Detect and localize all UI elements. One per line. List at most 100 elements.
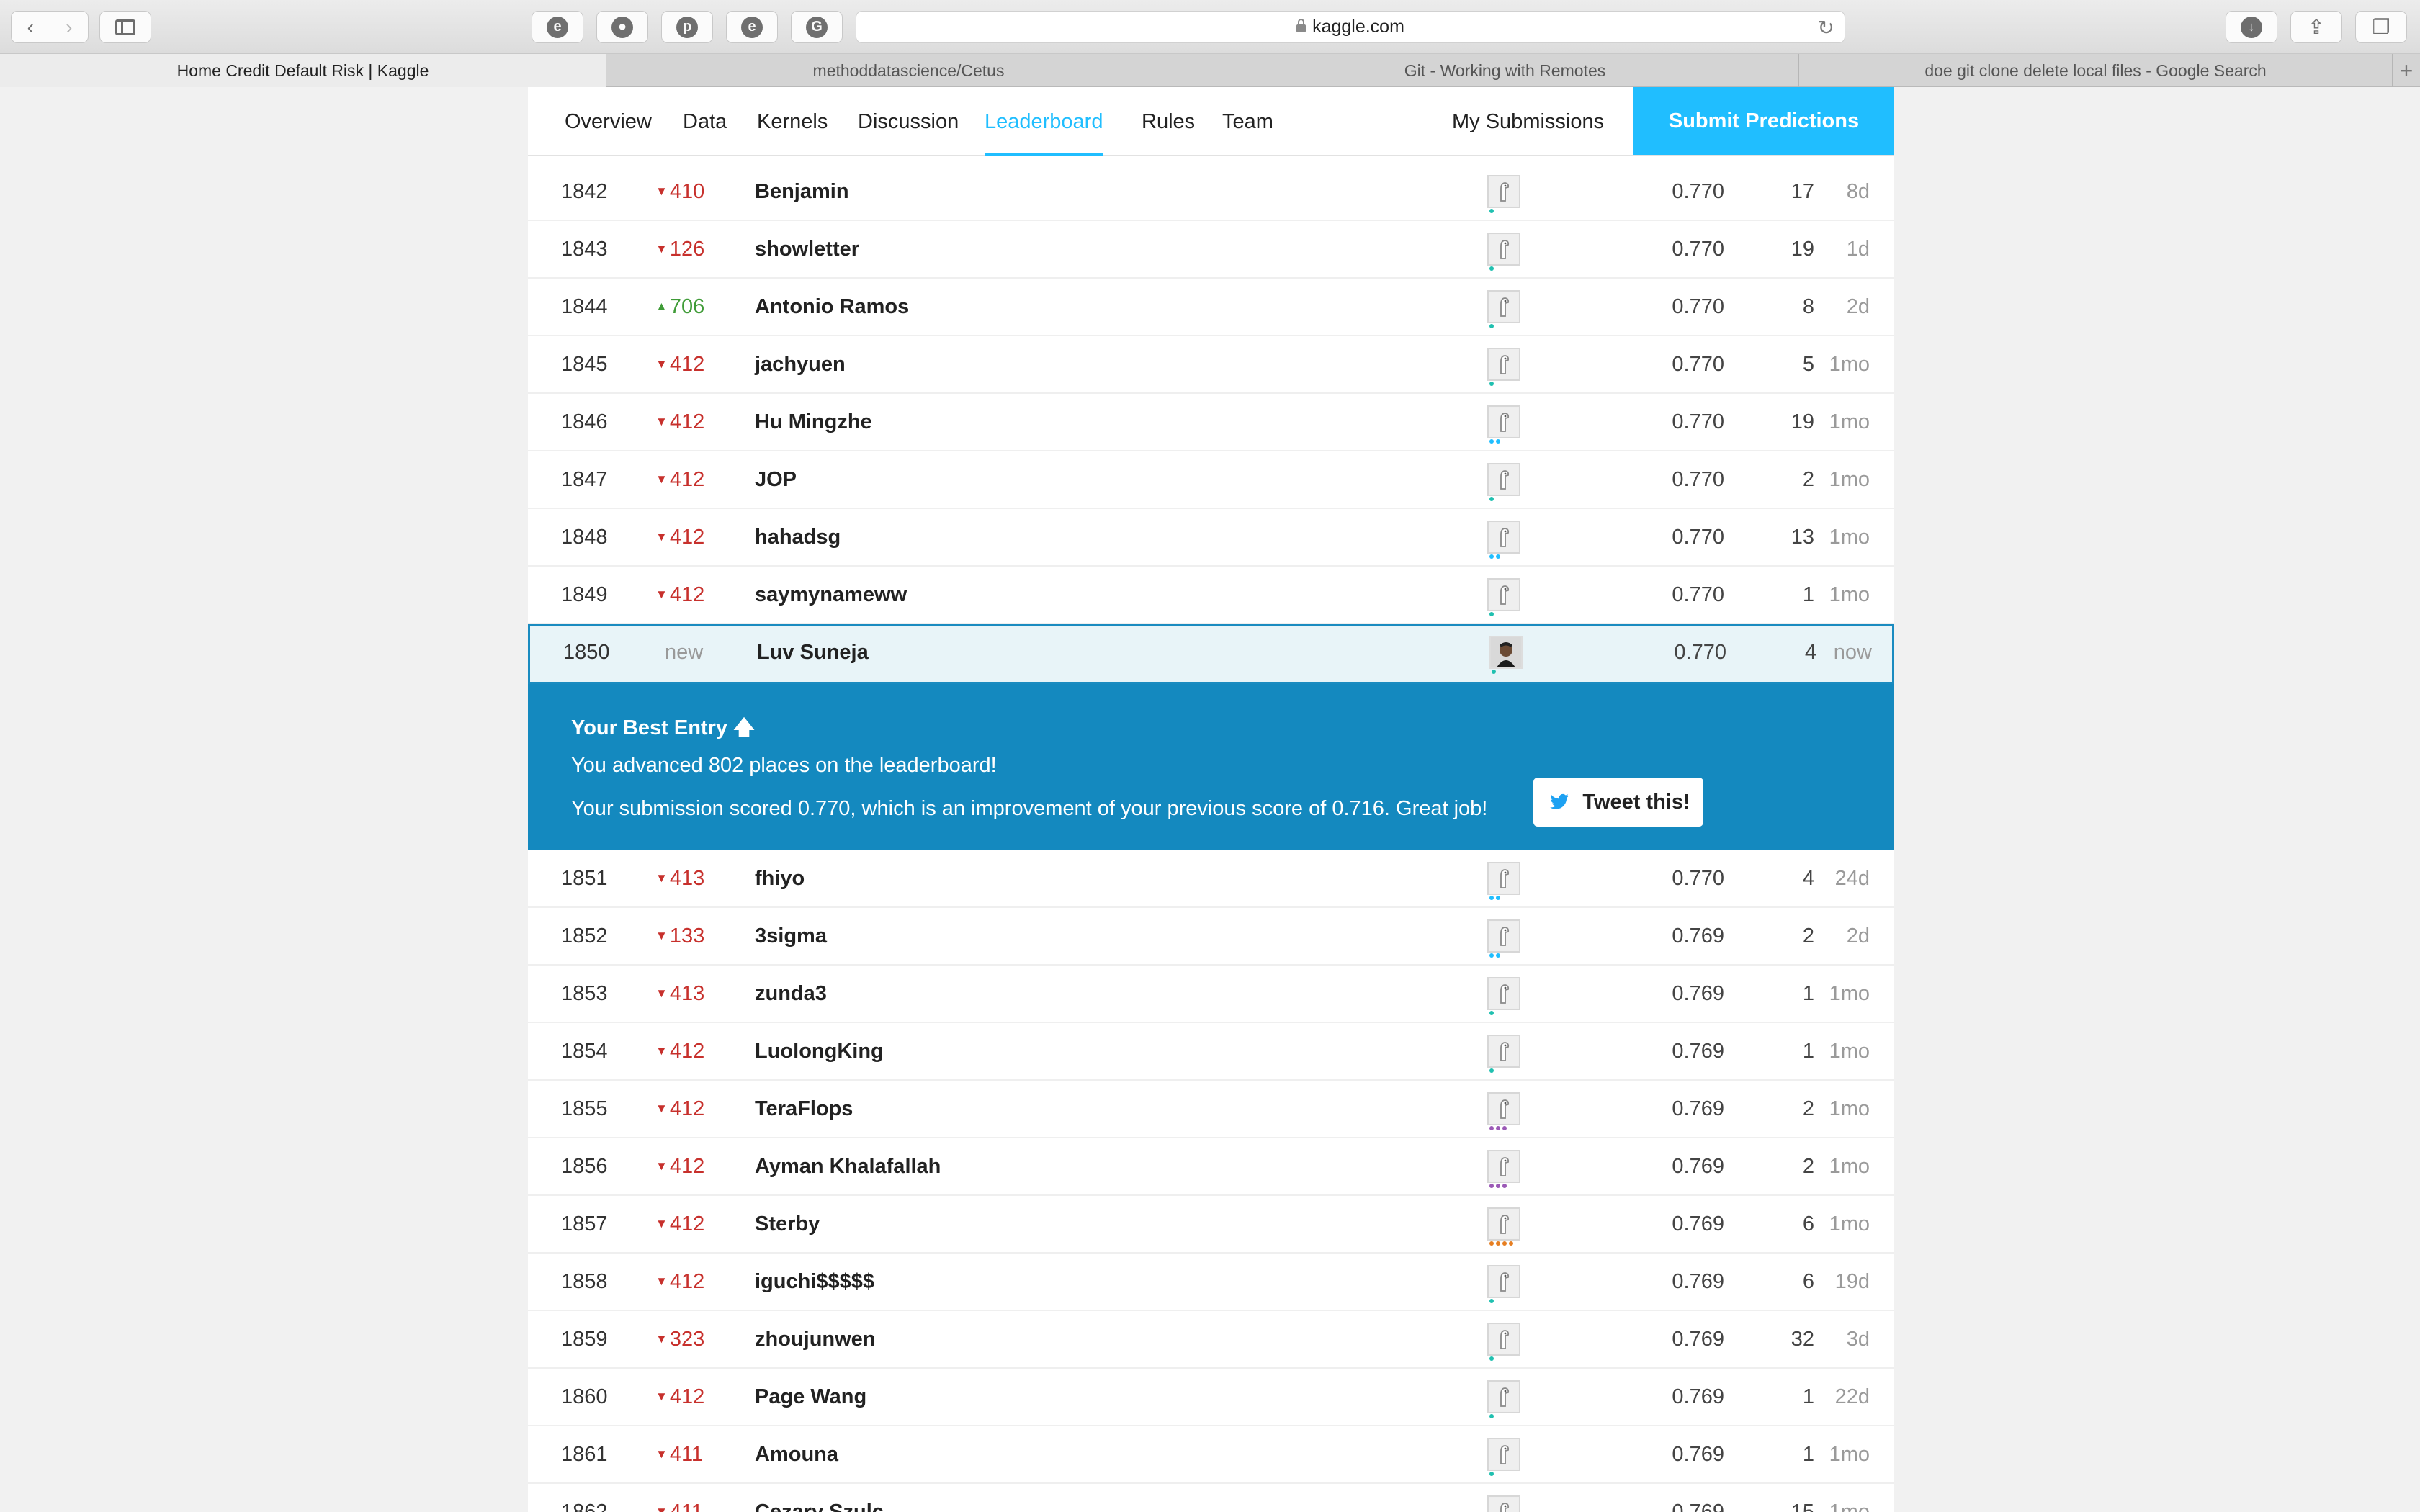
reload-icon[interactable]: ↻ — [1818, 16, 1834, 40]
table-row[interactable]: 1852 ▼ 133 3sigma 0.769 2 2d — [528, 908, 1894, 966]
team-name[interactable]: Benjamin — [755, 163, 849, 220]
grammarly-extension[interactable]: G — [791, 11, 843, 43]
pinterest-extension[interactable]: p — [661, 11, 713, 43]
entries: 19 — [1791, 237, 1814, 261]
table-row[interactable]: 1861 ▼ 411 Amouna 0.769 1 1mo — [528, 1426, 1894, 1484]
team-name[interactable]: Page Wang — [755, 1369, 866, 1425]
team-name[interactable]: 3sigma — [755, 908, 827, 964]
team-name[interactable]: JOP — [755, 451, 797, 508]
team-name[interactable]: Amouna — [755, 1426, 838, 1482]
avatar[interactable] — [1487, 966, 1520, 1022]
team-name[interactable]: Cezary Szulc — [755, 1484, 884, 1512]
team-name[interactable]: Sterby — [755, 1196, 820, 1252]
nav-kernels[interactable]: Kernels — [757, 87, 828, 156]
avatar[interactable] — [1487, 451, 1520, 508]
nav-overview[interactable]: Overview — [565, 87, 652, 156]
new-tab-button[interactable]: + — [2393, 54, 2420, 87]
avatar[interactable] — [1487, 1138, 1520, 1194]
avatar[interactable] — [1487, 1196, 1520, 1252]
last-submission: 1d — [1846, 237, 1870, 261]
rank-change: ▼ 412 — [655, 509, 720, 565]
table-row[interactable]: 1853 ▼ 413 zunda3 0.769 1 1mo — [528, 966, 1894, 1023]
avatar[interactable] — [1487, 1484, 1520, 1512]
team-name[interactable]: Ayman Khalafallah — [755, 1138, 941, 1194]
downloads-button[interactable]: ↓ — [2226, 11, 2277, 43]
avatar[interactable] — [1489, 624, 1523, 680]
table-row[interactable]: 1854 ▼ 412 LuolongKing 0.769 1 1mo — [528, 1023, 1894, 1081]
team-name[interactable]: zhoujunwen — [755, 1311, 876, 1367]
entries: 2 — [1802, 924, 1814, 948]
submit-predictions-button[interactable]: Submit Predictions — [1634, 87, 1894, 155]
rank-change-value: 412 — [669, 1212, 705, 1236]
team-name[interactable]: LuolongKing — [755, 1023, 884, 1079]
team-name[interactable]: fhiyo — [755, 850, 805, 906]
nav-data[interactable]: Data — [683, 87, 727, 156]
table-row[interactable]: 1844 ▲ 706 Antonio Ramos 0.770 8 2d — [528, 279, 1894, 336]
avatar[interactable] — [1487, 1426, 1520, 1482]
tab-git-remotes[interactable]: Git - Working with Remotes — [1211, 54, 1799, 87]
table-row[interactable]: 1856 ▼ 412 Ayman Khalafallah 0.769 2 1mo — [528, 1138, 1894, 1196]
table-row[interactable]: 1849 ▼ 412 saymynameww 0.770 1 1mo — [528, 567, 1894, 624]
vpn-extension[interactable]: ● — [596, 11, 648, 43]
forward-icon[interactable]: › — [49, 15, 89, 39]
rank: 1852 — [561, 924, 608, 948]
team-name[interactable]: showletter — [755, 221, 859, 277]
table-row[interactable]: 1846 ▼ 412 Hu Mingzhe 0.770 19 1mo — [528, 394, 1894, 451]
avatar[interactable] — [1487, 221, 1520, 277]
table-row[interactable]: 1845 ▼ 412 jachyuen 0.770 5 1mo — [528, 336, 1894, 394]
team-name[interactable]: hahadsg — [755, 509, 841, 565]
avatar[interactable] — [1487, 1081, 1520, 1137]
avatar[interactable] — [1487, 163, 1520, 220]
nav-discussion[interactable]: Discussion — [858, 87, 959, 156]
rank-change: ▼ 411 — [655, 1484, 720, 1512]
tab-cetus[interactable]: methoddatascience/Cetus — [606, 54, 1211, 87]
avatar[interactable] — [1487, 394, 1520, 450]
my-entry-row[interactable]: 1850 new Luv Suneja 0.770 4 now — [528, 624, 1894, 684]
table-row[interactable]: 1858 ▼ 412 iguchi$$$$$ 0.769 6 19d — [528, 1254, 1894, 1311]
table-row[interactable]: 1843 ▼ 126 showletter 0.770 19 1d — [528, 221, 1894, 279]
avatar[interactable] — [1487, 509, 1520, 565]
avatar[interactable] — [1487, 1023, 1520, 1079]
table-row[interactable]: 1857 ▼ 412 Sterby 0.769 6 1mo — [528, 1196, 1894, 1254]
avatar[interactable] — [1487, 1311, 1520, 1367]
avatar[interactable] — [1487, 1254, 1520, 1310]
internet-explorer-extension[interactable]: e — [532, 11, 583, 43]
nav-leaderboard[interactable]: Leaderboard — [985, 87, 1103, 156]
tweet-button[interactable]: Tweet this! — [1533, 778, 1703, 827]
share-button[interactable]: ⇪ — [2290, 11, 2342, 43]
table-row[interactable]: 1848 ▼ 412 hahadsg 0.770 13 1mo — [528, 509, 1894, 567]
avatar[interactable] — [1487, 850, 1520, 906]
avatar[interactable] — [1487, 1369, 1520, 1425]
team-name[interactable]: iguchi$$$$$ — [755, 1254, 874, 1310]
table-row[interactable]: 1855 ▼ 412 TeraFlops 0.769 2 1mo — [528, 1081, 1894, 1138]
team-name[interactable]: saymynameww — [755, 567, 907, 623]
avatar[interactable] — [1487, 567, 1520, 623]
nav-rules[interactable]: Rules — [1142, 87, 1195, 156]
evernote-extension[interactable]: e — [726, 11, 778, 43]
tab-home-credit[interactable]: Home Credit Default Risk | Kaggle — [0, 54, 606, 87]
back-icon[interactable]: ‹ — [12, 16, 50, 39]
tab-overview-button[interactable]: ❐ — [2355, 11, 2407, 43]
address-bar[interactable]: kaggle.com ↻ — [856, 11, 1845, 43]
avatar[interactable] — [1487, 908, 1520, 964]
table-row[interactable]: 1842 ▼ 410 Benjamin 0.770 17 8d — [528, 163, 1894, 221]
avatar[interactable] — [1487, 336, 1520, 392]
team-name[interactable]: Luv Suneja — [757, 624, 869, 680]
sidebar-toggle-button[interactable] — [99, 11, 151, 43]
tab-google-search[interactable]: doe git clone delete local files - Googl… — [1799, 54, 2393, 87]
table-row[interactable]: 1859 ▼ 323 zhoujunwen 0.769 32 3d — [528, 1311, 1894, 1369]
rank-change: ▲ 706 — [655, 279, 720, 335]
my-submissions-link[interactable]: My Submissions — [1452, 87, 1604, 156]
avatar-image — [1487, 1495, 1520, 1512]
team-name[interactable]: zunda3 — [755, 966, 827, 1022]
table-row[interactable]: 1847 ▼ 412 JOP 0.770 2 1mo — [528, 451, 1894, 509]
team-name[interactable]: TeraFlops — [755, 1081, 853, 1137]
team-name[interactable]: jachyuen — [755, 336, 846, 392]
table-row[interactable]: 1851 ▼ 413 fhiyo 0.770 4 24d — [528, 850, 1894, 908]
avatar[interactable] — [1487, 279, 1520, 335]
nav-team[interactable]: Team — [1222, 87, 1273, 156]
table-row[interactable]: 1862 ▼ 411 Cezary Szulc 0.769 15 1mo — [528, 1484, 1894, 1512]
team-name[interactable]: Hu Mingzhe — [755, 394, 872, 450]
team-name[interactable]: Antonio Ramos — [755, 279, 909, 335]
table-row[interactable]: 1860 ▼ 412 Page Wang 0.769 1 22d — [528, 1369, 1894, 1426]
